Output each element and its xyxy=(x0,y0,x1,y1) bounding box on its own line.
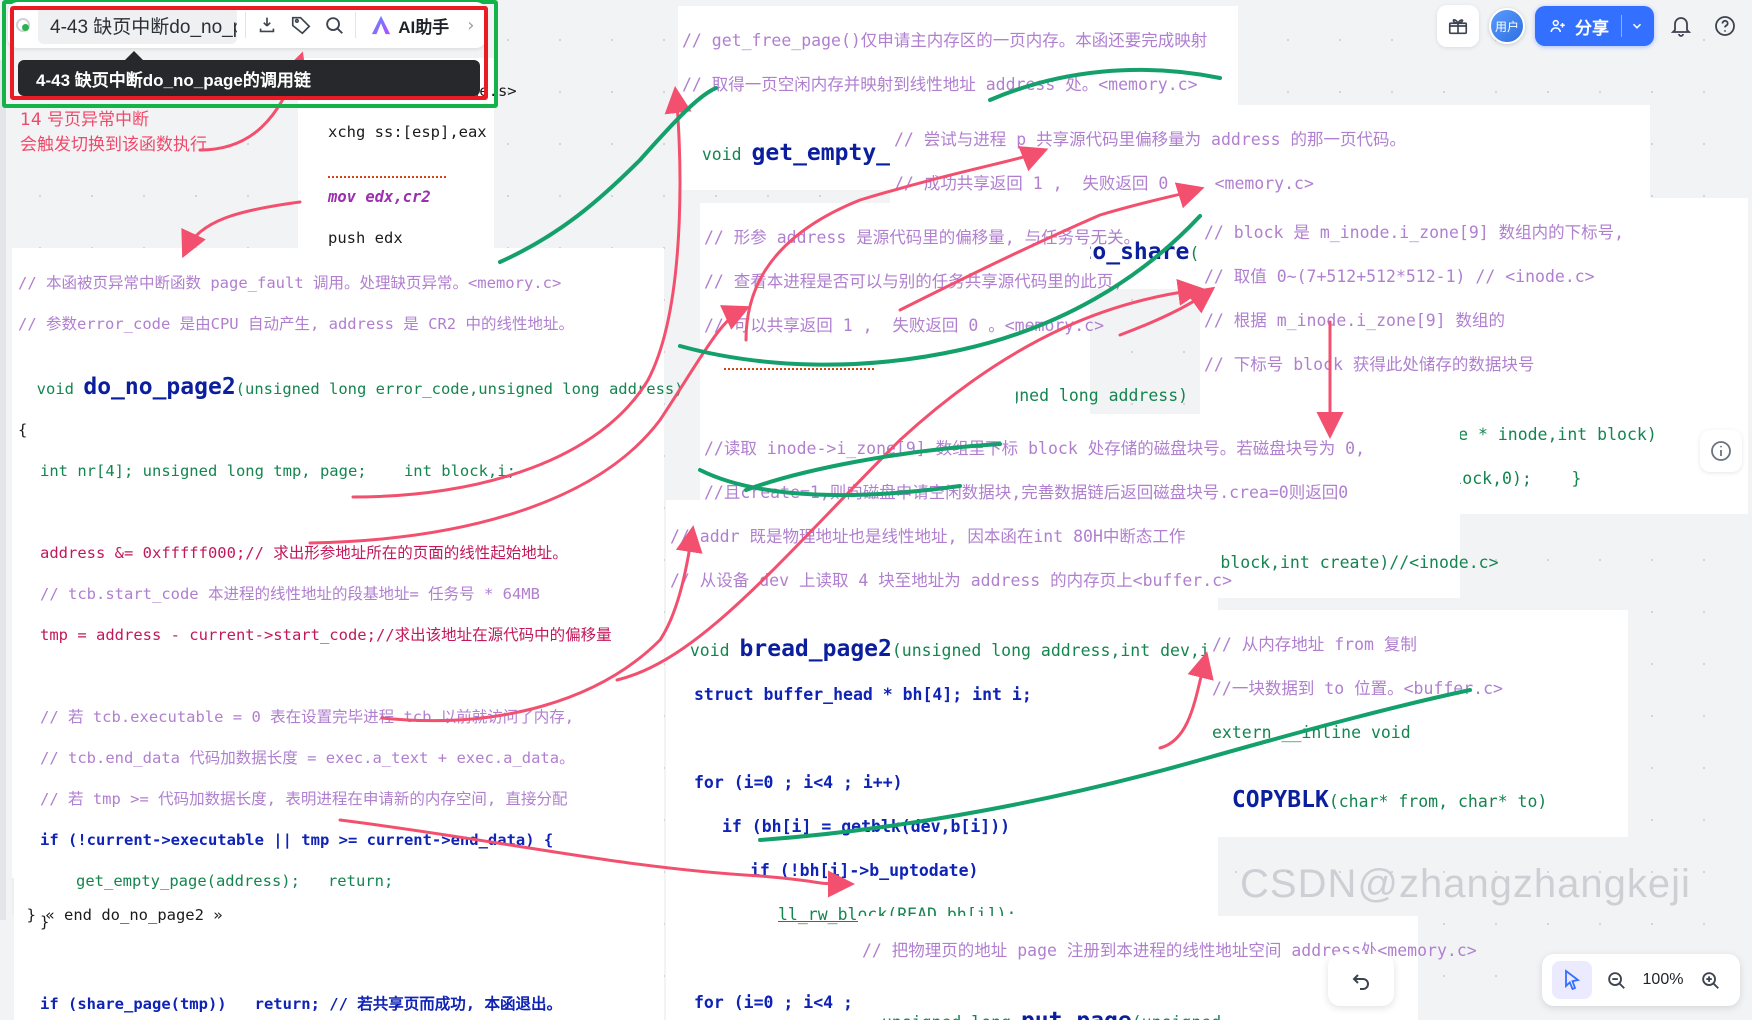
undo-button[interactable] xyxy=(1328,954,1394,1006)
tooltip-text: 4-43 缺页中断do_no_page的调用链 xyxy=(36,70,311,90)
zoom-level-label[interactable]: 100% xyxy=(1640,971,1686,989)
undo-icon xyxy=(1352,974,1369,990)
code-line: if (share_page(tmp)) return; // 若共享页而成功,… xyxy=(40,995,562,1013)
share-divider xyxy=(1621,15,1622,37)
code-comment: // 成功共享返回 1 , 失败返回 0 。 <memory.c> xyxy=(894,174,1314,193)
code-comment: // 从内存地址 from 复制 xyxy=(1212,635,1417,654)
ai-assistant-button[interactable]: AI助手 xyxy=(364,13,455,38)
code-comment: // 本函被页异常中断函数 page_fault 调用。处理缺页异常。<memo… xyxy=(18,273,562,292)
cursor-icon[interactable] xyxy=(1552,961,1592,999)
code-comment: // 可以共享返回 1 , 失败返回 0 。<memory.c> xyxy=(704,316,1105,335)
code-keyword: void xyxy=(36,380,84,398)
code-comment: // addr 既是物理地址也是线性地址, 因本函在int 80H中断态工作 xyxy=(670,527,1186,546)
code-comment: // 参数error_code 是由CPU 自动产生, address 是 CR… xyxy=(18,314,574,333)
code-line: extern __inline void xyxy=(1212,723,1411,742)
code-line: address &= 0xfffff000;// 求出形参地址所在的页面的线性起… xyxy=(40,544,568,562)
zoom-toolbar[interactable]: 100% xyxy=(1542,954,1740,1006)
search-icon[interactable] xyxy=(322,8,348,42)
ai-logo-icon xyxy=(370,15,392,35)
code-comment: // block 是 m_inode.i_zone[9] 数组内的下标号, xyxy=(1204,223,1625,242)
code-line: struct buffer_head * bh[4]; int i; xyxy=(694,685,1032,704)
top-right-toolbar[interactable]: 用户 分享 xyxy=(1437,4,1742,48)
code-comment: // 若 tmp >= 代码加数据长度, 表明进程在申请新的内存空间, 直接分配 xyxy=(40,790,568,808)
code-comment: // 取得一页空闲内存并映射到线性地址 address 处。<memory.c> xyxy=(682,75,1198,94)
info-icon[interactable] xyxy=(1700,430,1742,472)
code-comment: // 形参 address 是源代码里的偏移量, 与任务号无关。 xyxy=(704,228,1141,247)
code-comment: // tcb.end_data 代码加数据长度 = exec.a_text + … xyxy=(40,749,575,767)
code-comment: // tcb.start_code 本进程的线性地址的段基地址= 任务号 * 6… xyxy=(40,585,540,603)
bell-icon[interactable] xyxy=(1664,9,1698,43)
code-block-do-no-page2-end: } « end do_no_page2 » xyxy=(4,882,227,927)
download-icon[interactable] xyxy=(254,8,280,42)
code-function-name: COPYBLK xyxy=(1231,787,1329,813)
code-args: (unsigned long error_code,unsigned long … xyxy=(235,380,684,398)
status-dot-icon xyxy=(16,18,30,32)
code-line: tmp = address - current->start_code;//求出… xyxy=(40,626,612,644)
canvas-left-edge xyxy=(0,60,6,920)
help-icon[interactable] xyxy=(1708,9,1742,43)
ai-assistant-label: AI助手 xyxy=(398,17,450,37)
document-title[interactable]: 4-43 缺页中断do_no_pag... xyxy=(38,6,238,44)
code-dotted-rule-2 xyxy=(724,364,874,370)
code-function-name: put_page xyxy=(1021,1008,1132,1020)
code-line: for (i=0 ; i<4 ; i++) xyxy=(694,773,903,792)
chevron-down-icon xyxy=(1632,23,1642,29)
code-line: xchg ss:[esp],eax xyxy=(328,122,487,141)
code-line: if (!current->executable || tmp >= curre… xyxy=(40,831,554,849)
share-label: 分享 xyxy=(1575,18,1609,38)
code-args: (unsigned xyxy=(1132,1013,1221,1020)
code-dotted-rule xyxy=(328,166,446,178)
watermark: CSDN@zhangzhangkeji xyxy=(1240,862,1691,906)
code-block-copyblk: // 从内存地址 from 复制 //一块数据到 to 位置。<buffer.c… xyxy=(1208,610,1628,837)
code-comment: // 从设备 dev 上读取 4 块至地址为 address 的内存页上<buf… xyxy=(670,571,1233,590)
note-irq14: 14 号页异常中断 会触发切换到该函数执行 xyxy=(20,110,207,155)
chevron-right-icon[interactable]: › xyxy=(463,15,478,36)
zoom-out-icon[interactable] xyxy=(1596,960,1636,1000)
tag-icon[interactable] xyxy=(288,8,314,42)
code-comment: // 下标号 block 获得此处储存的数据块号 xyxy=(1204,355,1535,374)
share-user-icon xyxy=(1550,19,1565,33)
code-comment: // 若 tcb.executable = 0 表在设置完毕进程 tcb 以前就… xyxy=(40,708,575,726)
code-line: mov edx,cr2 xyxy=(328,188,431,206)
zoom-in-icon[interactable] xyxy=(1690,960,1730,1000)
toolbar-divider xyxy=(245,12,246,38)
code-function-name: do_no_page2 xyxy=(83,374,236,400)
code-comment: // 取值 0~(7+512+512*512-1) // <inode.c> xyxy=(1204,267,1595,286)
code-line: if (!bh[i]->b_uptodate) xyxy=(750,861,979,880)
code-keyword: void xyxy=(701,145,752,164)
avatar[interactable]: 用户 xyxy=(1489,8,1525,44)
code-args: (char* from, char* to) xyxy=(1328,792,1548,811)
code-line: { xyxy=(18,421,28,439)
document-title-tooltip: 4-43 缺页中断do_no_page的调用链 xyxy=(18,51,480,96)
code-comment: //且create=1,则向磁盘申请空闲数据块,完善数据链后返回磁盘块号.cre… xyxy=(704,483,1349,502)
code-comment: // 根据 m_inode.i_zone[9] 数组的 xyxy=(1204,311,1506,330)
code-keyword: void xyxy=(689,641,740,660)
code-comment: // 查看本进程是否可以与别的任务共享源代码里的此页, xyxy=(704,272,1124,291)
code-line: push edx xyxy=(328,229,403,247)
code-function-name: bread_page2 xyxy=(739,636,892,662)
code-keyword: unsigned long xyxy=(882,1013,1021,1020)
code-line: if (bh[i] = getblk(dev,b[i])) xyxy=(722,817,1011,836)
code-comment: // get_free_page()仅申请主内存区的一页内存。本函还要完成映射 xyxy=(682,31,1208,50)
document-toolbar[interactable]: 4-43 缺页中断do_no_pag... AI助手 › xyxy=(8,2,486,48)
code-comment: // 尝试与进程 p 共享源代码里偏移量为 address 的那一页代码。 xyxy=(894,130,1407,149)
code-line: } « end do_no_page2 » xyxy=(26,905,223,924)
share-button[interactable]: 分享 xyxy=(1535,6,1654,46)
gift-icon[interactable] xyxy=(1437,5,1479,47)
code-line: int nr[4]; unsigned long tmp, page; int … xyxy=(40,462,516,480)
toolbar-divider-2 xyxy=(355,12,357,38)
code-comment: //一块数据到 to 位置。<buffer.c> xyxy=(1212,679,1503,698)
code-comment: //读取 inode->i_zone[9] 数组里下标 block 处存储的磁盘… xyxy=(704,439,1366,458)
